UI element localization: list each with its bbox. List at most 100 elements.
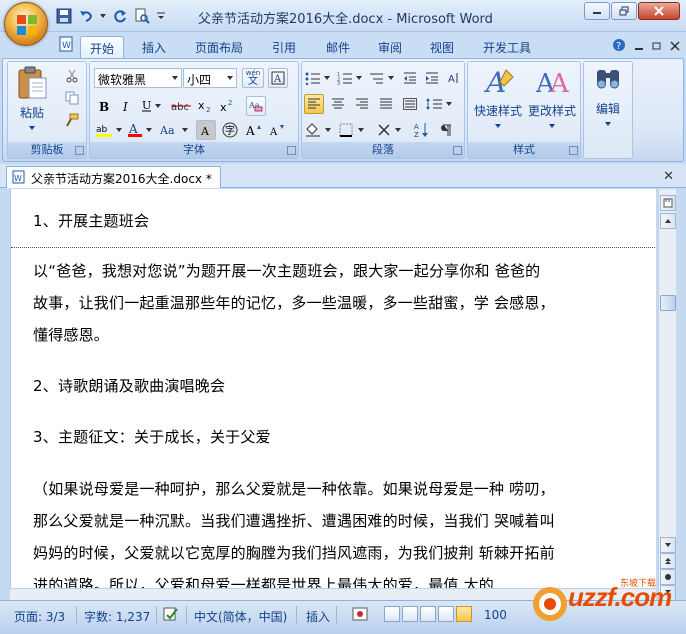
character-border-button[interactable]: A: [268, 68, 288, 88]
change-styles-button[interactable]: AA 更改样式: [524, 66, 580, 129]
align-right-button[interactable]: [352, 94, 372, 114]
document-tab[interactable]: W 父亲节活动方案2016大全.docx *: [6, 166, 221, 188]
vertical-scrollbar[interactable]: [658, 189, 676, 601]
print-preview-icon[interactable]: [132, 6, 152, 26]
close-button[interactable]: [638, 2, 680, 20]
ribbon-restore-icon[interactable]: [652, 40, 662, 54]
tab-references[interactable]: 引用: [264, 36, 304, 58]
tab-view[interactable]: 视图: [422, 36, 462, 58]
chinese-layout-button[interactable]: A: [444, 68, 464, 88]
grow-font-button[interactable]: A: [244, 120, 264, 140]
styles-dialog-launcher[interactable]: [569, 146, 578, 155]
chevron-down-icon[interactable]: [98, 6, 108, 26]
font-name-combo[interactable]: 微软雅黑: [94, 68, 182, 88]
highlight-color-button[interactable]: ab: [94, 120, 124, 140]
zoom-level[interactable]: 100: [484, 608, 507, 622]
word-doc-icon: W: [56, 34, 76, 54]
justify-button[interactable]: [376, 94, 396, 114]
help-icon[interactable]: ?: [612, 38, 626, 55]
numbering-button[interactable]: 123: [336, 68, 364, 88]
full-screen-reading-view-icon[interactable]: [402, 606, 418, 622]
scroll-down-icon[interactable]: [660, 537, 676, 553]
web-layout-view-icon[interactable]: [420, 606, 436, 622]
proofing-icon[interactable]: [162, 606, 180, 625]
tab-review[interactable]: 审阅: [370, 36, 410, 58]
strikethrough-button[interactable]: abc: [170, 96, 194, 116]
quick-styles-label: 快速样式: [473, 104, 522, 118]
paste-button[interactable]: 粘贴: [12, 66, 52, 131]
distributed-button[interactable]: [400, 94, 420, 114]
editing-button[interactable]: 编辑: [586, 66, 630, 127]
outline-view-icon[interactable]: [438, 606, 454, 622]
previous-page-icon[interactable]: [660, 553, 676, 569]
status-separator: [186, 606, 187, 624]
ribbon-close-icon[interactable]: [670, 40, 680, 54]
minimize-button[interactable]: [584, 2, 610, 20]
ribbon-minimize-icon[interactable]: [634, 40, 644, 54]
tab-page-layout[interactable]: 页面布局: [188, 36, 250, 58]
phonetic-guide-button[interactable]: wén 文: [242, 68, 264, 88]
multilevel-list-button[interactable]: [368, 68, 396, 88]
svg-text:x: x: [198, 99, 205, 112]
bold-button[interactable]: B: [94, 96, 114, 116]
font-color-button[interactable]: A: [126, 120, 154, 140]
decrease-indent-button[interactable]: [400, 68, 420, 88]
office-button[interactable]: [4, 2, 48, 46]
enclose-characters-button[interactable]: 字: [220, 120, 240, 140]
sort-button[interactable]: AZ: [412, 120, 432, 140]
italic-button[interactable]: I: [116, 96, 136, 116]
insert-mode-indicator[interactable]: 插入: [306, 608, 330, 625]
save-icon[interactable]: [54, 6, 74, 26]
svg-text:Z: Z: [414, 131, 419, 138]
align-center-button[interactable]: [328, 94, 348, 114]
increase-indent-button[interactable]: [422, 68, 442, 88]
clipboard-icon: [18, 66, 47, 99]
quick-styles-button[interactable]: A 快速样式: [470, 66, 526, 129]
format-painter-button[interactable]: [62, 110, 82, 130]
borders-button[interactable]: [338, 120, 368, 140]
underline-button[interactable]: U: [138, 96, 164, 116]
macro-record-icon[interactable]: [352, 606, 368, 625]
font-dialog-launcher[interactable]: [287, 146, 296, 155]
shrink-font-button[interactable]: A: [268, 120, 288, 140]
redo-icon[interactable]: [110, 6, 130, 26]
undo-icon[interactable]: [76, 6, 96, 26]
language-indicator[interactable]: 中文(简体，中国): [194, 608, 287, 625]
cut-button[interactable]: [62, 66, 82, 86]
tab-home[interactable]: 开始: [80, 36, 124, 58]
subscript-button[interactable]: x2: [196, 96, 216, 116]
status-separator: [296, 606, 297, 624]
document-page[interactable]: 1、开展主题班会 以“爸爸，我想对您说”为题开展一次主题班会，跟大家一起分享你和…: [10, 189, 656, 599]
align-left-button[interactable]: [304, 94, 324, 114]
change-case-button[interactable]: Aa: [158, 120, 190, 140]
customize-qat-icon[interactable]: [154, 6, 168, 26]
ruler-toggle-icon[interactable]: [660, 195, 676, 211]
editing-label: 编辑: [595, 102, 620, 116]
bullets-button[interactable]: [304, 68, 332, 88]
print-layout-view-icon[interactable]: [384, 606, 400, 622]
tab-insert[interactable]: 插入: [134, 36, 174, 58]
shading-button[interactable]: [304, 120, 334, 140]
copy-button[interactable]: [62, 88, 82, 108]
paragraph-dialog-launcher[interactable]: [453, 146, 462, 155]
tab-mailings[interactable]: 邮件: [318, 36, 358, 58]
heading-1: 1、开展主题班会: [33, 212, 150, 230]
clipboard-dialog-launcher[interactable]: [75, 146, 84, 155]
superscript-button[interactable]: x2: [218, 96, 238, 116]
line-spacing-button[interactable]: [424, 94, 454, 114]
close-document-icon[interactable]: ✕: [663, 169, 674, 184]
draft-view-icon[interactable]: [456, 606, 472, 622]
character-shading-button[interactable]: A: [196, 120, 216, 140]
clear-formatting-button[interactable]: Aa: [246, 96, 266, 116]
align-center-icon: [332, 98, 344, 109]
word-count[interactable]: 字数: 1,237: [84, 608, 150, 625]
svg-text:I: I: [122, 100, 128, 112]
restore-button[interactable]: [611, 2, 637, 20]
font-size-combo[interactable]: 小四: [183, 68, 237, 88]
asian-layout-button[interactable]: [376, 120, 406, 140]
scroll-thumb[interactable]: [660, 295, 676, 311]
page-count[interactable]: 页面: 3/3: [14, 608, 65, 625]
tab-developer[interactable]: 开发工具: [476, 36, 538, 58]
show-hide-marks-button[interactable]: [436, 120, 456, 140]
scroll-up-icon[interactable]: [660, 213, 676, 229]
